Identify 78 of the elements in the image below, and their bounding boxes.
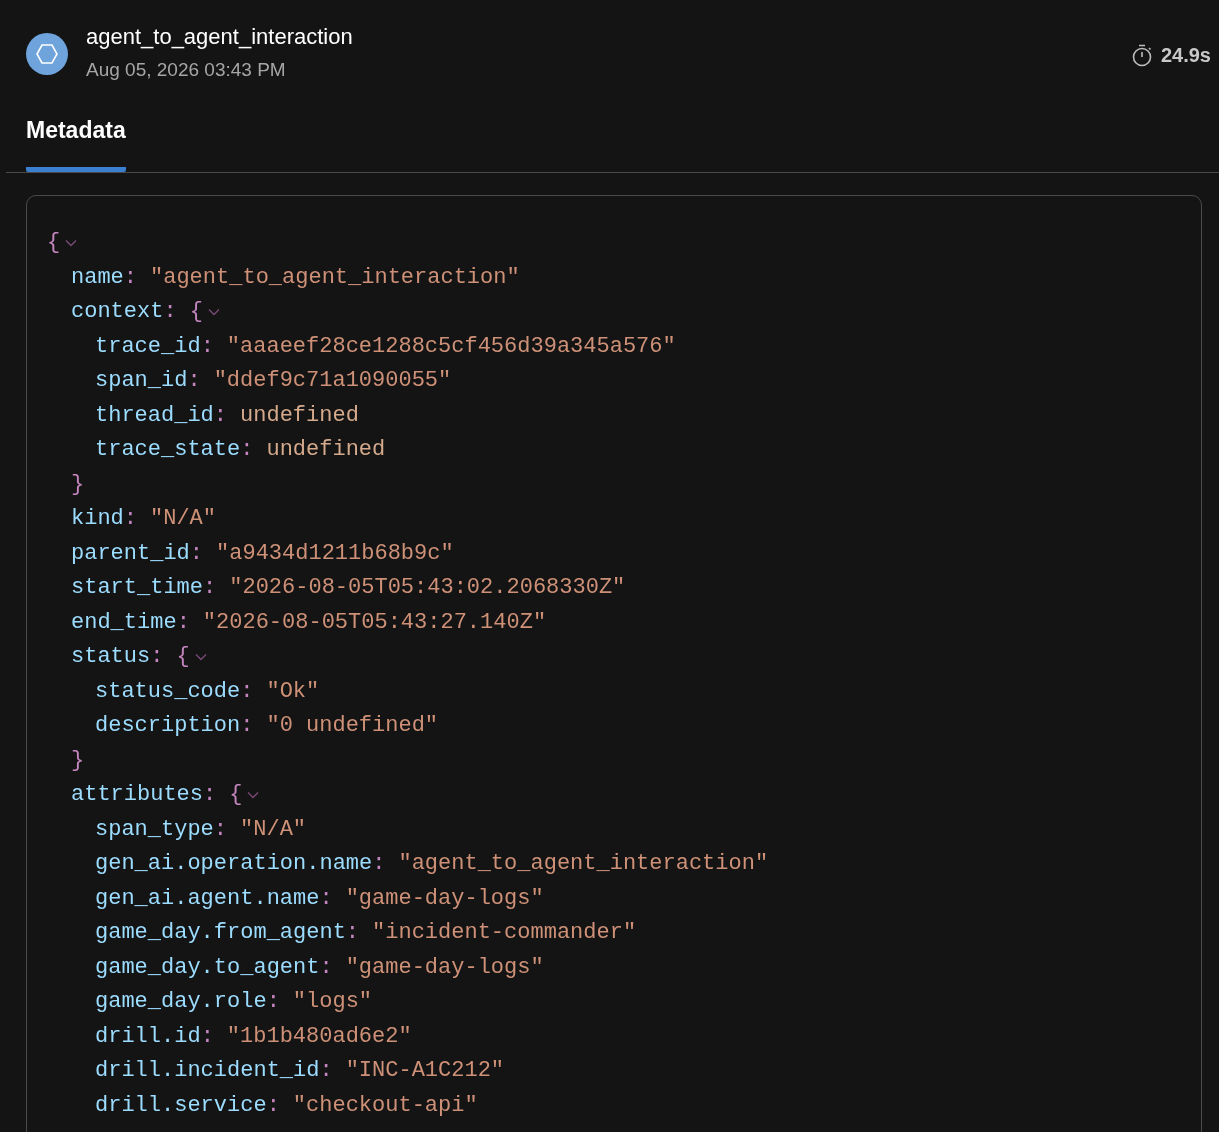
json-colon: : [372,850,386,879]
json-colon: : [200,1022,214,1051]
json-colon: : [123,505,137,534]
json-value: "agent_to_agent_interaction" [150,263,520,292]
json-key: gen_ai.operation.name [95,847,373,881]
json-key: description [95,709,241,743]
json-value: "INC-A1C212" [345,1057,505,1086]
json-colon: : [319,884,333,913]
json-colon: : [187,367,201,396]
json-key: span_type [95,812,214,846]
hexagon-avatar-icon [26,32,68,75]
json-value: "agent_to_agent_interaction" [398,850,769,879]
json-colon: : [203,574,217,603]
json-key: drill.id [95,1019,201,1053]
json-value: "N/A" [240,815,307,844]
json-value: undefined [266,436,386,465]
json-colon: : [240,677,254,706]
json-key: status_code [95,674,241,708]
json-colon: : [213,401,228,430]
json-value: "logs" [292,988,373,1017]
json-key: game_day.from_agent [95,916,346,950]
json-colon: : [213,815,228,844]
json-value: "a9434d1211b68b9c" [216,539,454,568]
json-value: "checkout-api" [292,1091,478,1120]
json-key: drill.incident_id [95,1054,320,1088]
json-colon: : [189,539,204,568]
span-title: agent_to_agent_interaction [86,23,353,51]
stopwatch-icon [1130,43,1153,67]
json-key: kind [71,502,124,536]
json-key: trace_id [95,329,201,363]
json-brace: } [71,746,85,775]
json-colon: : [200,332,214,361]
json-colon: : [266,988,280,1017]
json-key: end_time [71,605,177,639]
json-value: "Ok" [266,677,320,706]
json-value: "2026-08-05T05:43:27.140Z" [202,608,547,637]
json-brace: { [189,298,203,327]
json-key: game_day.role [95,985,267,1019]
json-brace: { [176,643,190,672]
json-colon: : [163,298,177,327]
json-brace: { [229,781,243,810]
json-brace: } [71,470,85,499]
json-value: "1b1b480ad6e2" [226,1022,412,1051]
json-value: "N/A" [150,505,217,534]
json-key: game_day.to_agent [95,950,320,984]
json-key: trace_state [95,433,241,467]
json-colon: : [150,643,164,672]
json-value: "0 undefined" [266,712,439,741]
json-colon: : [266,1091,280,1120]
json-key: span_id [95,364,188,398]
json-colon: : [345,919,360,948]
span-timestamp: Aug 05, 2026 03:43 PM [86,58,287,82]
json-colon: : [319,1057,333,1086]
json-key: start_time [71,571,204,605]
tab[interactable]: Metadata [26,113,126,172]
json-value: "incident-commander" [372,919,637,948]
json-key: thread_id [95,398,214,432]
json-value: "ddef9c71a1090055" [213,367,452,396]
json-key: status [71,640,151,674]
json-value: undefined [240,401,359,430]
json-key: attributes [71,778,204,812]
json-value: "2026-08-05T05:43:02.2068330Z" [229,574,626,603]
json-key: parent_id [71,536,190,570]
json-colon: : [203,781,217,810]
json-key: context [71,295,164,329]
json-colon: : [123,263,137,292]
json-value: "game-day-logs" [345,884,544,913]
json-colon: : [240,712,254,741]
json-key: name [71,260,124,294]
duration-label: 24.9s [1160,43,1211,68]
json-colon: : [319,953,333,982]
json-key: gen_ai.agent.name [95,881,320,915]
json-value: "game-day-logs" [345,953,544,982]
json-colon: : [176,608,190,637]
json-key: drill.service [95,1088,267,1122]
json-brace: { [47,229,61,258]
json-colon: : [240,436,254,465]
json-value: "aaaeef28ce1288c5cf456d39a345a576" [226,332,676,361]
